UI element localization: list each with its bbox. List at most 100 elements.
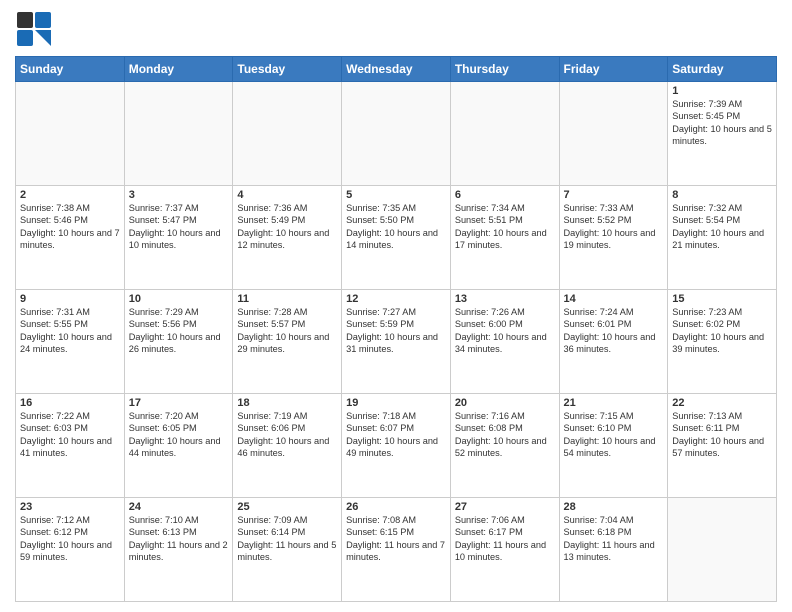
- calendar-cell: 3Sunrise: 7:37 AM Sunset: 5:47 PM Daylig…: [124, 186, 233, 290]
- calendar-cell: 14Sunrise: 7:24 AM Sunset: 6:01 PM Dayli…: [559, 290, 668, 394]
- day-info: Sunrise: 7:34 AM Sunset: 5:51 PM Dayligh…: [455, 202, 555, 252]
- calendar-cell: 13Sunrise: 7:26 AM Sunset: 6:00 PM Dayli…: [450, 290, 559, 394]
- day-of-week-friday: Friday: [559, 57, 668, 82]
- day-number: 18: [237, 397, 337, 409]
- day-number: 6: [455, 189, 555, 201]
- day-info: Sunrise: 7:13 AM Sunset: 6:11 PM Dayligh…: [672, 410, 772, 460]
- day-info: Sunrise: 7:19 AM Sunset: 6:06 PM Dayligh…: [237, 410, 337, 460]
- day-info: Sunrise: 7:24 AM Sunset: 6:01 PM Dayligh…: [564, 306, 664, 356]
- calendar-cell: 10Sunrise: 7:29 AM Sunset: 5:56 PM Dayli…: [124, 290, 233, 394]
- calendar-cell: 20Sunrise: 7:16 AM Sunset: 6:08 PM Dayli…: [450, 394, 559, 498]
- calendar-cell: [450, 82, 559, 186]
- calendar-table: SundayMondayTuesdayWednesdayThursdayFrid…: [15, 56, 777, 602]
- day-info: Sunrise: 7:12 AM Sunset: 6:12 PM Dayligh…: [20, 514, 120, 564]
- day-number: 19: [346, 397, 446, 409]
- calendar-cell: 23Sunrise: 7:12 AM Sunset: 6:12 PM Dayli…: [16, 498, 125, 602]
- day-number: 25: [237, 501, 337, 513]
- calendar-cell: 16Sunrise: 7:22 AM Sunset: 6:03 PM Dayli…: [16, 394, 125, 498]
- day-number: 12: [346, 293, 446, 305]
- day-number: 2: [20, 189, 120, 201]
- day-number: 23: [20, 501, 120, 513]
- day-info: Sunrise: 7:20 AM Sunset: 6:05 PM Dayligh…: [129, 410, 229, 460]
- header: [15, 10, 777, 48]
- day-number: 8: [672, 189, 772, 201]
- day-info: Sunrise: 7:36 AM Sunset: 5:49 PM Dayligh…: [237, 202, 337, 252]
- calendar-week-row: 1Sunrise: 7:39 AM Sunset: 5:45 PM Daylig…: [16, 82, 777, 186]
- day-number: 17: [129, 397, 229, 409]
- day-info: Sunrise: 7:10 AM Sunset: 6:13 PM Dayligh…: [129, 514, 229, 564]
- day-info: Sunrise: 7:23 AM Sunset: 6:02 PM Dayligh…: [672, 306, 772, 356]
- day-number: 14: [564, 293, 664, 305]
- day-info: Sunrise: 7:37 AM Sunset: 5:47 PM Dayligh…: [129, 202, 229, 252]
- calendar-cell: 8Sunrise: 7:32 AM Sunset: 5:54 PM Daylig…: [668, 186, 777, 290]
- day-number: 28: [564, 501, 664, 513]
- day-info: Sunrise: 7:16 AM Sunset: 6:08 PM Dayligh…: [455, 410, 555, 460]
- day-info: Sunrise: 7:08 AM Sunset: 6:15 PM Dayligh…: [346, 514, 446, 564]
- calendar-cell: 17Sunrise: 7:20 AM Sunset: 6:05 PM Dayli…: [124, 394, 233, 498]
- day-info: Sunrise: 7:33 AM Sunset: 5:52 PM Dayligh…: [564, 202, 664, 252]
- calendar-cell: 18Sunrise: 7:19 AM Sunset: 6:06 PM Dayli…: [233, 394, 342, 498]
- calendar-cell: [668, 498, 777, 602]
- logo: [15, 10, 57, 48]
- day-number: 10: [129, 293, 229, 305]
- day-number: 21: [564, 397, 664, 409]
- day-info: Sunrise: 7:31 AM Sunset: 5:55 PM Dayligh…: [20, 306, 120, 356]
- calendar-week-row: 23Sunrise: 7:12 AM Sunset: 6:12 PM Dayli…: [16, 498, 777, 602]
- calendar-cell: 26Sunrise: 7:08 AM Sunset: 6:15 PM Dayli…: [342, 498, 451, 602]
- day-number: 11: [237, 293, 337, 305]
- day-info: Sunrise: 7:04 AM Sunset: 6:18 PM Dayligh…: [564, 514, 664, 564]
- calendar-cell: 27Sunrise: 7:06 AM Sunset: 6:17 PM Dayli…: [450, 498, 559, 602]
- calendar-cell: 2Sunrise: 7:38 AM Sunset: 5:46 PM Daylig…: [16, 186, 125, 290]
- day-of-week-sunday: Sunday: [16, 57, 125, 82]
- calendar-week-row: 9Sunrise: 7:31 AM Sunset: 5:55 PM Daylig…: [16, 290, 777, 394]
- calendar-cell: 19Sunrise: 7:18 AM Sunset: 6:07 PM Dayli…: [342, 394, 451, 498]
- calendar-cell: 6Sunrise: 7:34 AM Sunset: 5:51 PM Daylig…: [450, 186, 559, 290]
- calendar-week-row: 16Sunrise: 7:22 AM Sunset: 6:03 PM Dayli…: [16, 394, 777, 498]
- calendar-cell: 15Sunrise: 7:23 AM Sunset: 6:02 PM Dayli…: [668, 290, 777, 394]
- calendar-cell: 25Sunrise: 7:09 AM Sunset: 6:14 PM Dayli…: [233, 498, 342, 602]
- day-number: 27: [455, 501, 555, 513]
- day-number: 4: [237, 189, 337, 201]
- day-info: Sunrise: 7:38 AM Sunset: 5:46 PM Dayligh…: [20, 202, 120, 252]
- day-number: 13: [455, 293, 555, 305]
- calendar-cell: 21Sunrise: 7:15 AM Sunset: 6:10 PM Dayli…: [559, 394, 668, 498]
- page: SundayMondayTuesdayWednesdayThursdayFrid…: [0, 0, 792, 612]
- day-number: 1: [672, 85, 772, 97]
- calendar-cell: 12Sunrise: 7:27 AM Sunset: 5:59 PM Dayli…: [342, 290, 451, 394]
- day-info: Sunrise: 7:28 AM Sunset: 5:57 PM Dayligh…: [237, 306, 337, 356]
- day-info: Sunrise: 7:26 AM Sunset: 6:00 PM Dayligh…: [455, 306, 555, 356]
- day-number: 15: [672, 293, 772, 305]
- calendar-cell: 22Sunrise: 7:13 AM Sunset: 6:11 PM Dayli…: [668, 394, 777, 498]
- day-number: 3: [129, 189, 229, 201]
- calendar-cell: 4Sunrise: 7:36 AM Sunset: 5:49 PM Daylig…: [233, 186, 342, 290]
- day-info: Sunrise: 7:27 AM Sunset: 5:59 PM Dayligh…: [346, 306, 446, 356]
- calendar-cell: 11Sunrise: 7:28 AM Sunset: 5:57 PM Dayli…: [233, 290, 342, 394]
- day-info: Sunrise: 7:15 AM Sunset: 6:10 PM Dayligh…: [564, 410, 664, 460]
- calendar-cell: 24Sunrise: 7:10 AM Sunset: 6:13 PM Dayli…: [124, 498, 233, 602]
- day-info: Sunrise: 7:09 AM Sunset: 6:14 PM Dayligh…: [237, 514, 337, 564]
- day-number: 22: [672, 397, 772, 409]
- day-of-week-tuesday: Tuesday: [233, 57, 342, 82]
- day-info: Sunrise: 7:18 AM Sunset: 6:07 PM Dayligh…: [346, 410, 446, 460]
- calendar-cell: 7Sunrise: 7:33 AM Sunset: 5:52 PM Daylig…: [559, 186, 668, 290]
- logo-icon: [15, 10, 53, 48]
- day-of-week-monday: Monday: [124, 57, 233, 82]
- day-info: Sunrise: 7:22 AM Sunset: 6:03 PM Dayligh…: [20, 410, 120, 460]
- day-info: Sunrise: 7:32 AM Sunset: 5:54 PM Dayligh…: [672, 202, 772, 252]
- calendar-cell: 9Sunrise: 7:31 AM Sunset: 5:55 PM Daylig…: [16, 290, 125, 394]
- day-info: Sunrise: 7:35 AM Sunset: 5:50 PM Dayligh…: [346, 202, 446, 252]
- day-number: 24: [129, 501, 229, 513]
- calendar-cell: [124, 82, 233, 186]
- calendar-cell: 5Sunrise: 7:35 AM Sunset: 5:50 PM Daylig…: [342, 186, 451, 290]
- calendar-cell: 1Sunrise: 7:39 AM Sunset: 5:45 PM Daylig…: [668, 82, 777, 186]
- calendar-cell: 28Sunrise: 7:04 AM Sunset: 6:18 PM Dayli…: [559, 498, 668, 602]
- day-number: 16: [20, 397, 120, 409]
- calendar-header-row: SundayMondayTuesdayWednesdayThursdayFrid…: [16, 57, 777, 82]
- calendar-cell: [16, 82, 125, 186]
- calendar-cell: [342, 82, 451, 186]
- day-number: 20: [455, 397, 555, 409]
- calendar-cell: [233, 82, 342, 186]
- day-info: Sunrise: 7:29 AM Sunset: 5:56 PM Dayligh…: [129, 306, 229, 356]
- day-info: Sunrise: 7:06 AM Sunset: 6:17 PM Dayligh…: [455, 514, 555, 564]
- day-of-week-thursday: Thursday: [450, 57, 559, 82]
